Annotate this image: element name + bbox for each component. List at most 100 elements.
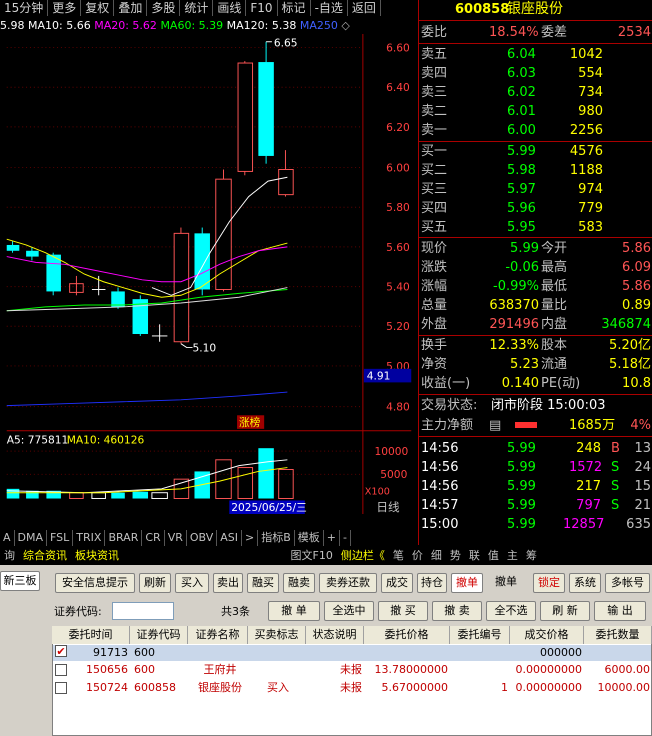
positions-button[interactable]: 持仓 (417, 573, 447, 593)
indicator-tab[interactable]: OBV (187, 530, 218, 546)
lock-button[interactable]: 锁定 (533, 573, 565, 593)
indicator-tab[interactable]: ASI (217, 530, 243, 546)
indicator-tab[interactable]: FSL (47, 530, 74, 546)
tick-price: 5.99 (507, 517, 536, 532)
refresh-list-button[interactable]: 刷 新 (540, 601, 590, 621)
volume-bar (237, 467, 254, 499)
margin-sell-button[interactable]: 融卖 (283, 573, 315, 593)
multi-account-button[interactable]: 多帐号 (605, 573, 650, 593)
sell-repay-button[interactable]: 卖券还款 (319, 573, 377, 593)
lower-tab-news[interactable]: 综合资讯 (19, 547, 71, 565)
lower-tab[interactable]: 询 (0, 547, 19, 565)
cancel-buys-button[interactable]: 撤 买 (378, 601, 428, 621)
security-code-input[interactable] (112, 602, 174, 620)
indicator-tab[interactable]: CR (142, 530, 165, 546)
col-header[interactable]: 买卖标志 (248, 626, 306, 644)
indicator-tab[interactable]: VR (165, 530, 187, 546)
lower-right-tab[interactable]: 联 (465, 547, 484, 565)
stat-value: 5.86 (622, 279, 651, 294)
lower-right-tab[interactable]: 势 (446, 547, 465, 565)
ma250-line (6, 391, 288, 407)
toolbar-fanhui[interactable]: 返回 (348, 0, 381, 16)
stat-label: 最低 (541, 279, 568, 294)
lower-tab-sector[interactable]: 板块资讯 (71, 547, 123, 565)
select-all-button[interactable]: 全选中 (324, 601, 374, 621)
toolbar-biaoji[interactable]: 标记 (278, 0, 311, 16)
indicator-tab[interactable]: > (242, 530, 259, 546)
stat-value: -0.06 (505, 260, 539, 275)
toolbar-zixuan[interactable]: -自选 (311, 0, 348, 16)
col-header[interactable]: 证券名称 (188, 626, 248, 644)
toolbar-fuquan[interactable]: 复权 (81, 0, 115, 16)
indicator-tab[interactable]: + (324, 530, 341, 546)
order-time: 150724 (86, 681, 128, 694)
toolbar-tongji[interactable]: 统计 (180, 0, 214, 16)
lower-right-tab[interactable]: 主 (503, 547, 522, 565)
col-header[interactable]: 成交价格 (510, 626, 584, 644)
row-checkbox-checked[interactable]: ✔ (55, 645, 67, 657)
export-button[interactable]: 输 出 (594, 601, 646, 621)
row-checkbox[interactable] (55, 664, 67, 676)
side-tab-neeq[interactable]: 新三板 (0, 571, 40, 591)
stock-header: 600858 银座股份 (419, 0, 652, 19)
buy-button[interactable]: 买入 (175, 573, 209, 593)
vol-ma5-line (6, 459, 288, 494)
lower-right-tab[interactable]: 侧边栏《 (337, 547, 389, 565)
col-header[interactable]: 委托编号 (450, 626, 510, 644)
sell-button[interactable]: 卖出 (213, 573, 243, 593)
lower-right-tab[interactable]: 筹 (522, 547, 541, 565)
lower-right-tab[interactable]: 细 (427, 547, 446, 565)
deselect-all-button[interactable]: 全不选 (486, 601, 536, 621)
indicator-tab[interactable]: 指标B (258, 530, 295, 546)
order-deal-price: 0.00000000 (515, 681, 582, 694)
ask-volume: 1042 (569, 47, 603, 62)
filled-button[interactable]: 成交 (381, 573, 413, 593)
net-flow-list-icon[interactable]: ▤ (489, 416, 501, 435)
col-header[interactable]: 委托数量 (584, 626, 652, 644)
order-name: 银座股份 (198, 681, 242, 694)
col-header[interactable]: 证券代码 (130, 626, 188, 644)
col-header[interactable]: 委托时间 (52, 626, 130, 644)
lower-right-tab[interactable]: 价 (408, 547, 427, 565)
more-button[interactable]: 更多 (48, 0, 82, 16)
ask-label: 卖五 (421, 47, 448, 62)
system-button[interactable]: 系统 (569, 573, 601, 593)
stat-value: 0.140 (501, 376, 539, 391)
stat-label: 换手 (421, 338, 448, 353)
ma5-value: 5.98 (0, 19, 25, 32)
refresh-button[interactable]: 刷新 (139, 573, 171, 593)
indicator-tab[interactable]: TRIX (73, 530, 106, 546)
lower-right-tab[interactable]: 图文F10 (287, 547, 337, 565)
cancel-selected-button[interactable]: 撤 单 (268, 601, 320, 621)
security-code-label: 证券代码: (54, 605, 102, 618)
ask-label: 卖一 (421, 123, 448, 138)
security-info-button[interactable]: 安全信息提示 (55, 573, 135, 593)
toolbar-duogu[interactable]: 多股 (147, 0, 181, 16)
cancel-order-tab[interactable]: 撤单 (451, 573, 483, 593)
lower-right-tab[interactable]: 笔 (389, 547, 408, 565)
cancel-sells-button[interactable]: 撤 卖 (432, 601, 482, 621)
lower-right-tab[interactable]: 值 (484, 547, 503, 565)
indicator-tab[interactable]: 模板 (295, 530, 324, 546)
toolbar-f10[interactable]: F10 (246, 0, 278, 16)
col-header[interactable]: 状态说明 (306, 626, 364, 644)
ma-settings-icon[interactable]: ◇ (341, 19, 349, 32)
indicator-tab[interactable]: - (340, 530, 351, 546)
indicator-tab[interactable]: DMA (15, 530, 48, 546)
toolbar-huaxian[interactable]: 画线 (213, 0, 247, 16)
ma20-value: MA20: 5.62 (94, 19, 157, 32)
tick-count: 13 (634, 441, 651, 456)
timeframe-button[interactable]: 15分钟 (0, 0, 49, 16)
stat-value: 5.23 (510, 357, 539, 372)
toolbar-diejia[interactable]: 叠加 (114, 0, 148, 16)
indicator-tab[interactable]: BRAR (105, 530, 143, 546)
col-header[interactable]: 委托价格 (364, 626, 450, 644)
order-qty: 6000.00 (604, 663, 651, 676)
indicator-tab[interactable]: A (0, 530, 15, 546)
cancel-order-tab-2[interactable]: 撤单 (489, 573, 523, 593)
limit-up-badge-text: 涨榜 (239, 416, 261, 429)
margin-buy-button[interactable]: 融买 (247, 573, 279, 593)
row-checkbox[interactable] (55, 682, 67, 694)
kline-chart[interactable]: 6.60 6.40 6.20 6.00 5.80 5.60 5.40 5.20 … (0, 34, 418, 514)
order-time: 150656 (86, 663, 128, 676)
